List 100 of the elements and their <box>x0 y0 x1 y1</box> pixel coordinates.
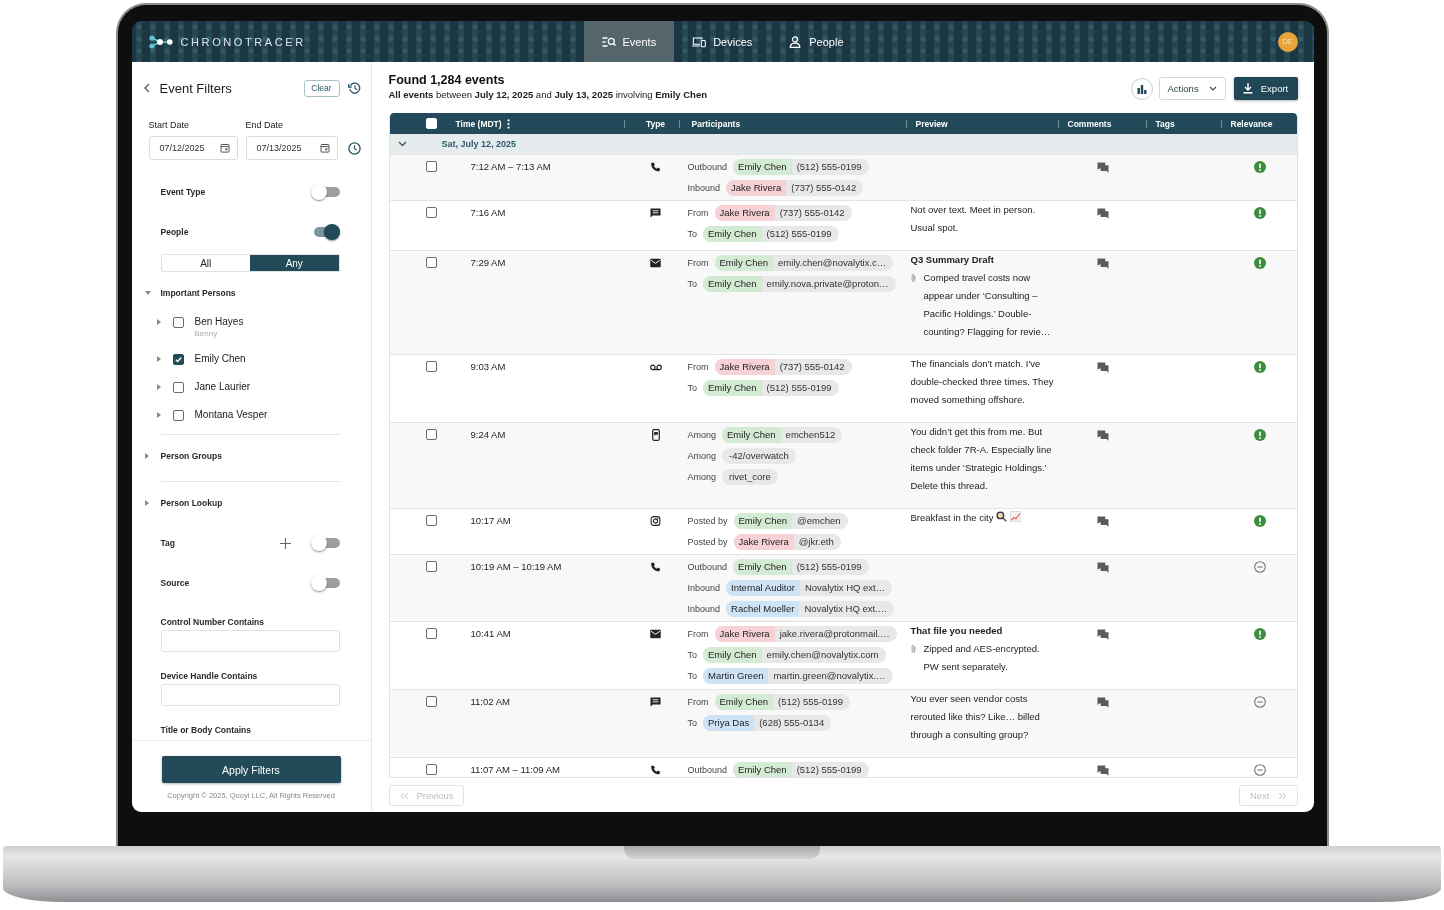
participant-chip[interactable]: Emily Chen @emchen <box>733 512 848 529</box>
comments-icon[interactable] <box>1096 258 1109 269</box>
row-checkbox[interactable] <box>426 257 437 268</box>
event-row[interactable]: 11:02 AM From Emily Chen (512) 555-0199 To Priya Das (628) 555-0134 You ever seen vendor costs rerouted like this? Like… billed through a consulting group? <box>389 689 1297 757</box>
row-checkbox[interactable] <box>426 561 437 572</box>
caret-right-icon[interactable] <box>144 452 149 459</box>
participant-chip[interactable]: rivet_core <box>722 468 778 485</box>
comments-icon[interactable] <box>1096 697 1109 708</box>
toggle-switch[interactable] <box>310 575 340 591</box>
participant-chip[interactable]: Jake Rivera jake.rivera@protonmail.… <box>714 625 897 642</box>
actions-dropdown[interactable]: Actions <box>1158 77 1226 100</box>
row-checkbox[interactable] <box>426 429 437 440</box>
participant-chip[interactable]: Jake Rivera (737) 555-0142 <box>714 204 852 221</box>
event-row[interactable]: 9:24 AM Among Emily Chen emchen512 Among -42/overwatch Among rivet_core You didn’t get this from me. But check folder 7R-A. Especially line items under ‘Strategic Holdings.’ Delete this thread. <box>389 422 1297 508</box>
row-checkbox[interactable] <box>426 361 437 372</box>
participant-chip[interactable]: Internal Auditor Novalytix HQ ext… <box>726 579 893 596</box>
event-row[interactable]: 10:19 AM – 10:19 AM Outbound Emily Chen (512) 555-0199 Inbound Internal Auditor Novalytix HQ ext… Inbound Rachel Moeller Novalytix HQ ext.… <box>389 554 1297 621</box>
checkbox[interactable] <box>172 409 184 421</box>
segment-option[interactable]: All <box>161 255 250 271</box>
alert-circle-icon[interactable] <box>1254 257 1266 269</box>
caret-right-icon[interactable] <box>156 412 161 418</box>
export-button[interactable]: Export <box>1233 77 1298 100</box>
participant-chip[interactable]: Jake Rivera @jkr.eth <box>733 533 841 550</box>
segment-option[interactable]: Any <box>250 255 339 271</box>
minus-circle-icon[interactable] <box>1254 561 1266 573</box>
comments-icon[interactable] <box>1096 208 1109 219</box>
caret-right-icon[interactable] <box>156 356 161 362</box>
alert-circle-icon[interactable] <box>1254 361 1266 373</box>
date-field[interactable]: 07/12/2025 <box>148 136 238 160</box>
comments-icon[interactable] <box>1096 765 1109 776</box>
row-checkbox[interactable] <box>426 207 437 218</box>
back-chevron-icon[interactable] <box>143 83 150 93</box>
toggle-switch[interactable] <box>310 535 340 551</box>
calendar-icon[interactable] <box>219 143 230 153</box>
row-checkbox[interactable] <box>426 764 437 775</box>
event-row[interactable]: 7:12 AM – 7:13 AM Outbound Emily Chen (512) 555-0199 Inbound Jake Rivera (737) 555-0142 <box>389 154 1297 200</box>
date-group-row[interactable]: Sat, July 12, 2025 <box>389 134 1297 154</box>
comments-icon[interactable] <box>1096 162 1109 173</box>
row-checkbox[interactable] <box>426 628 437 639</box>
checkbox[interactable] <box>172 381 184 393</box>
calendar-icon[interactable] <box>319 143 330 153</box>
participant-chip[interactable]: Emily Chen emchen512 <box>722 426 843 443</box>
comments-icon[interactable] <box>1096 430 1109 441</box>
comments-icon[interactable] <box>1096 562 1109 573</box>
participant-chip[interactable]: Emily Chen (512) 555-0199 <box>703 225 839 242</box>
text-field[interactable] <box>160 630 340 652</box>
minus-circle-icon[interactable] <box>1254 764 1266 776</box>
row-checkbox[interactable] <box>426 515 437 526</box>
caret-down-icon[interactable] <box>144 291 151 295</box>
participant-chip[interactable]: Emily Chen emily.nova.private@proton… <box>703 275 896 292</box>
clock-icon[interactable] <box>347 142 361 155</box>
participant-chip[interactable]: Martin Green martin.green@novalytix.… <box>703 667 893 684</box>
participant-chip[interactable]: Jake Rivera (737) 555-0142 <box>714 358 852 375</box>
nav-tab[interactable]: Devices <box>674 21 771 62</box>
clear-button[interactable]: Clear <box>303 79 340 97</box>
minus-circle-icon[interactable] <box>1254 696 1266 708</box>
participant-chip[interactable]: Emily Chen (512) 555-0199 <box>714 693 851 710</box>
section-title[interactable]: Person Groups <box>160 450 222 461</box>
participant-chip[interactable]: Priya Das (628) 555-0134 <box>703 714 832 731</box>
alert-circle-icon[interactable] <box>1254 515 1266 527</box>
toggle-switch[interactable] <box>310 184 340 200</box>
participant-chip[interactable]: Jake Rivera (737) 555-0142 <box>726 179 864 196</box>
event-row[interactable]: 11:07 AM – 11:09 AM Outbound Emily Chen (512) 555-0199 <box>389 757 1297 777</box>
alert-circle-icon[interactable] <box>1254 429 1266 441</box>
participant-chip[interactable]: Rachel Moeller Novalytix HQ ext.… <box>726 600 895 617</box>
nav-tab[interactable]: Events <box>583 21 675 62</box>
participant-chip[interactable]: Emily Chen (512) 555-0199 <box>733 761 869 777</box>
column-header[interactable]: Relevance <box>1230 118 1273 129</box>
participant-chip[interactable]: Emily Chen emily.chen@novalytix.com <box>703 646 886 663</box>
column-header[interactable]: Preview <box>915 118 948 129</box>
alert-circle-icon[interactable] <box>1254 207 1266 219</box>
participant-chip[interactable]: Emily Chen (512) 555-0199 <box>733 558 869 575</box>
kebab-menu-icon[interactable] <box>506 118 510 129</box>
comments-icon[interactable] <box>1096 516 1109 527</box>
participant-chip[interactable]: Emily Chen emily.chen@novalytix.c… <box>714 254 894 271</box>
column-header[interactable]: Type <box>645 118 666 129</box>
text-field[interactable] <box>160 684 340 706</box>
chevron-down-icon[interactable] <box>397 141 407 147</box>
date-field[interactable]: 07/13/2025 <box>245 136 338 160</box>
alert-circle-icon[interactable] <box>1254 628 1266 640</box>
column-header[interactable]: Comments <box>1067 118 1112 129</box>
plus-icon[interactable] <box>279 537 291 549</box>
participant-chip[interactable]: Emily Chen (512) 555-0199 <box>703 379 839 396</box>
row-checkbox[interactable] <box>426 696 437 707</box>
column-header[interactable]: Participants <box>691 118 741 129</box>
comments-icon[interactable] <box>1096 362 1109 373</box>
apply-filters-button[interactable]: Apply Filters <box>161 756 341 783</box>
participant-chip[interactable]: Emily Chen (512) 555-0199 <box>733 158 869 175</box>
event-row[interactable] <box>389 250 1297 354</box>
segmented-control[interactable]: All Any <box>160 254 340 272</box>
nav-tab[interactable]: People <box>770 21 862 62</box>
column-header[interactable]: Time (MDT) <box>455 118 502 129</box>
section-title[interactable]: Person Lookup <box>160 497 223 508</box>
caret-right-icon[interactable] <box>156 319 161 325</box>
history-icon[interactable] <box>347 82 361 94</box>
caret-right-icon[interactable] <box>156 384 161 390</box>
comments-icon[interactable] <box>1096 629 1109 640</box>
alert-circle-icon[interactable] <box>1254 161 1266 173</box>
checkbox[interactable] <box>172 316 184 328</box>
column-header[interactable]: Tags <box>1155 118 1175 129</box>
